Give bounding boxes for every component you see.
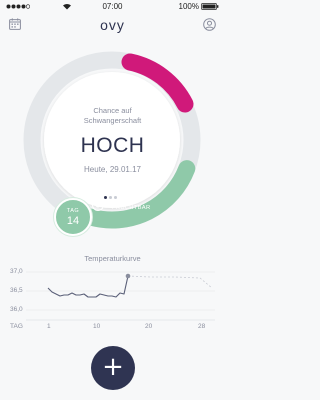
x-axis-label: TAG (10, 323, 23, 330)
temperature-chart-title: Temperaturkurve (84, 254, 141, 263)
page-dot[interactable] (114, 196, 117, 199)
status-bar: 07:00 100% (0, 0, 225, 14)
chance-value: HOCH (80, 134, 145, 157)
y-tick-36-5: 36,5 (10, 287, 23, 294)
y-tick-36-0: 36,0 (10, 306, 23, 313)
ovulation-icon (92, 199, 104, 211)
profile-icon[interactable] (203, 18, 216, 31)
day-label: TAG (66, 208, 80, 214)
page-dot[interactable] (109, 196, 112, 199)
x-tick-10: 10 (93, 323, 101, 330)
battery-icon (201, 3, 219, 10)
temperature-line (47, 275, 129, 298)
y-tick-37-0: 37,0 (10, 268, 23, 275)
app-header: ovy (0, 14, 225, 38)
chance-label-line1: Chance auf (93, 106, 132, 115)
fertile-label: FRUCHTBAR (112, 205, 151, 211)
chance-label: Chance auf Schwangerschaft (0, 106, 225, 126)
current-day-badge[interactable]: TAG 14 (54, 198, 92, 236)
day-number: 14 (66, 215, 80, 227)
today-date: Heute, 29.01.17 (84, 165, 141, 174)
x-tick-20: 20 (145, 323, 153, 330)
temperature-forecast-line (127, 275, 213, 289)
battery-percentage: 100% (178, 2, 199, 11)
page-indicator[interactable] (104, 186, 124, 199)
x-tick-28: 28 (198, 323, 206, 330)
plus-icon: + (102, 352, 124, 382)
temperature-chart[interactable] (0, 264, 225, 334)
app-logo: ovy (100, 17, 125, 33)
x-tick-1: 1 (47, 323, 51, 330)
current-temperature-point[interactable] (125, 273, 131, 279)
chance-label-line2: Schwangerschaft (83, 116, 142, 125)
add-entry-button[interactable]: + (91, 346, 135, 390)
